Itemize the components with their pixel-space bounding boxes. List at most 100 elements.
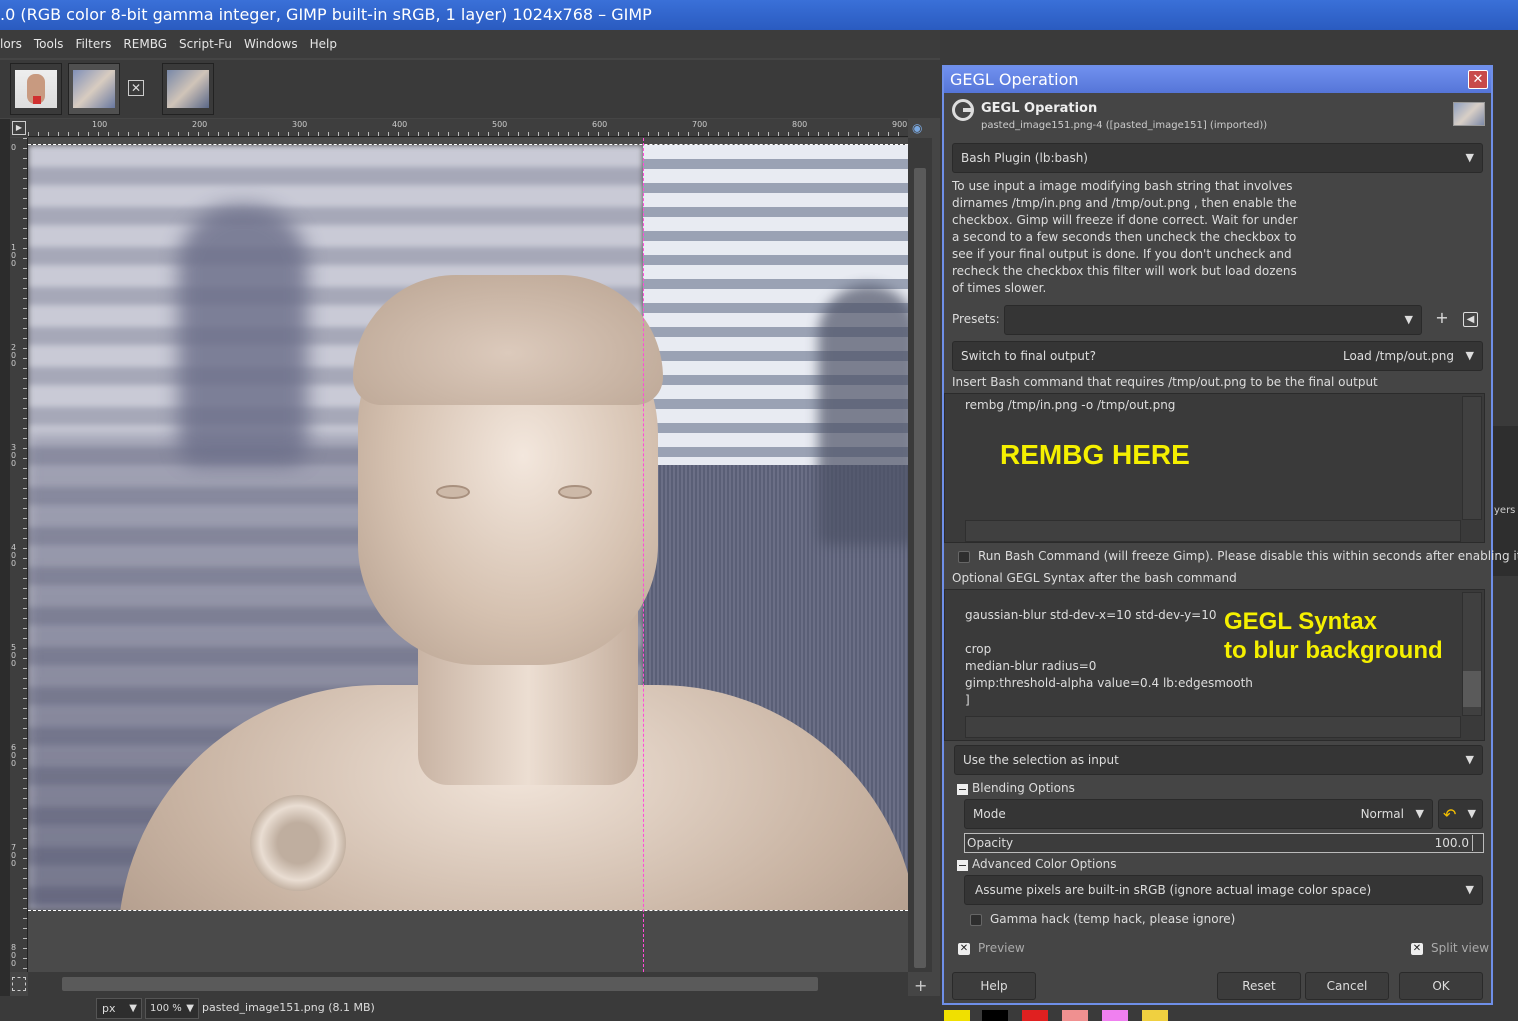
gegl-icon [952,99,974,121]
menu-windows[interactable]: Windows [244,37,298,51]
image-tab-1[interactable] [10,63,62,115]
collapse-advanced-icon[interactable] [957,860,968,871]
switch-output-select[interactable]: Switch to final output? Load /tmp/out.pn… [952,341,1483,371]
gegl-operation-dialog: GEGL Operation ✕ GEGL Operation pasted_i… [942,65,1518,1005]
chevron-down-icon: ▼ [1465,349,1474,362]
mode-label: Mode [973,807,1006,821]
collapse-blending-icon[interactable] [957,784,968,795]
quick-mask-icon[interactable] [12,977,26,991]
switch-output-value: Load /tmp/out.png [1342,349,1454,363]
vertical-scrollbar[interactable] [908,138,932,972]
textarea-scrollbar[interactable] [1462,396,1482,520]
mode-value: Normal [1360,807,1404,821]
preview-label: Preview [978,941,1025,955]
add-preset-icon[interactable]: + [1433,310,1451,328]
gegl-annotation-line2: to blur background [1224,637,1443,664]
menu-arrow-icon[interactable]: ▶ [12,121,26,135]
ruler-label: 600 [11,743,17,768]
gamma-hack-checkbox[interactable] [970,914,982,926]
ruler-label: 700 [11,843,17,868]
menu-help[interactable]: Help [310,37,337,51]
opacity-label: Opacity [967,836,1014,850]
image-preview-thumbnail [1453,102,1485,126]
image-tab-2[interactable] [68,63,120,115]
window-title: .0 (RGB color 8-bit gamma integer, GIMP … [0,0,1518,30]
menu-script-fu[interactable]: Script-Fu [179,37,232,51]
preview-checkbox[interactable]: ✕ [958,943,970,955]
color-space-select[interactable]: Assume pixels are built-in sRGB (ignore … [964,875,1483,905]
opacity-spinner[interactable] [1472,835,1482,851]
menu-rembg[interactable]: REMBG [123,37,167,51]
presets-label: Presets: [952,312,1000,326]
textarea-hscrollbar[interactable] [965,520,1461,542]
chevron-down-icon: ▼ [1465,753,1474,766]
chevron-down-icon: ▼ [1415,807,1424,820]
image-canvas[interactable] [28,138,908,972]
preset-menu-icon[interactable]: ◀ [1463,312,1478,327]
textarea-hscrollbar[interactable] [965,716,1461,738]
bash-command-text: rembg /tmp/in.png -o /tmp/out.png [965,398,1176,412]
reset-button[interactable]: Reset [1217,972,1301,1000]
swatch[interactable] [1142,1010,1168,1021]
rembg-annotation: REMBG HERE [1000,439,1190,470]
chevron-down-icon: ▼ [1465,883,1474,896]
mode-select[interactable]: Mode Normal ▼ [964,799,1433,829]
swatch[interactable] [944,1010,970,1021]
input-mode-value: Use the selection as input [963,753,1119,767]
swatch[interactable] [1022,1010,1048,1021]
undo-icon: ↶ [1443,805,1457,824]
layers-tab-label[interactable]: yers [1494,505,1515,516]
operation-description: To use input a image modifying bash stri… [952,179,1298,295]
operation-value: Bash Plugin (lb:bash) [961,151,1088,165]
run-bash-checkbox[interactable] [958,551,970,563]
chevron-down-icon: ▼ [186,1003,194,1014]
horizontal-ruler[interactable]: 100 200 300 400 500 600 700 800 900 [28,119,908,137]
help-button[interactable]: Help [952,972,1036,1000]
ruler-label: 100 [11,243,17,268]
menu-bar: lors Tools Filters REMBG Script-Fu Windows Hel… [0,30,940,58]
dialog-subheading: pasted_image151.png-4 ([pasted_image151]… [981,120,1268,131]
ruler-label: 200 [192,120,208,129]
zoom-to-fit-icon[interactable]: + [914,976,927,995]
cancel-button[interactable]: Cancel [1305,972,1389,1000]
textarea-scrollbar[interactable] [1462,592,1482,716]
ruler-label: 100 [92,120,108,129]
ruler-label: 0 [11,143,17,152]
navigate-icon[interactable]: ◉ [912,121,928,135]
input-mode-select[interactable]: Use the selection as input ▼ [954,745,1483,775]
menu-colors[interactable]: lors [0,37,22,51]
zoom-select[interactable]: 100 % ▼ [145,998,199,1019]
gegl-syntax-textarea[interactable]: gaussian-blur std-dev-x=10 std-dev-y=10 … [944,589,1485,741]
opacity-slider[interactable]: Opacity 100.0 [964,833,1484,853]
swatch[interactable] [1062,1010,1088,1021]
horizontal-scrollbar[interactable] [28,972,908,996]
ruler-label: 500 [492,120,508,129]
close-tab-icon[interactable]: ✕ [128,80,144,96]
unit-select[interactable]: px ▼ [96,998,142,1019]
ok-button[interactable]: OK [1399,972,1483,1000]
vertical-guide[interactable] [643,138,644,972]
split-view-checkbox[interactable]: ✕ [1411,943,1423,955]
gegl-syntax-text: gaussian-blur std-dev-x=10 std-dev-y=10 … [965,608,1253,707]
advanced-color-label[interactable]: Advanced Color Options [972,857,1117,871]
presets-select[interactable]: ▼ [1004,305,1422,335]
ruler-label: 700 [692,120,708,129]
opacity-value: 100.0 [1434,836,1469,850]
run-bash-label: Run Bash Command (will freeze Gimp). Ple… [978,549,1518,563]
operation-select[interactable]: Bash Plugin (lb:bash) ▼ [952,143,1483,173]
blending-options-label[interactable]: Blending Options [972,781,1075,795]
ruler-label: 800 [792,120,808,129]
dialog-title[interactable]: GEGL Operation [944,67,1491,93]
menu-tools[interactable]: Tools [34,37,64,51]
close-icon[interactable]: ✕ [1468,70,1488,89]
swatch[interactable] [982,1010,1008,1021]
reset-mode-button[interactable]: ↶ ▼ [1438,799,1483,829]
switch-output-label: Switch to final output? [961,349,1096,363]
status-file: pasted_image151.png (8.1 MB) [202,1001,375,1014]
color-space-value: Assume pixels are built-in sRGB (ignore … [975,883,1372,897]
palette-swatches [944,1008,1514,1021]
vertical-ruler[interactable]: 0 100 200 300 400 500 600 700 800 [10,138,28,972]
swatch[interactable] [1102,1010,1128,1021]
image-tab-3[interactable] [162,63,214,115]
menu-filters[interactable]: Filters [75,37,111,51]
